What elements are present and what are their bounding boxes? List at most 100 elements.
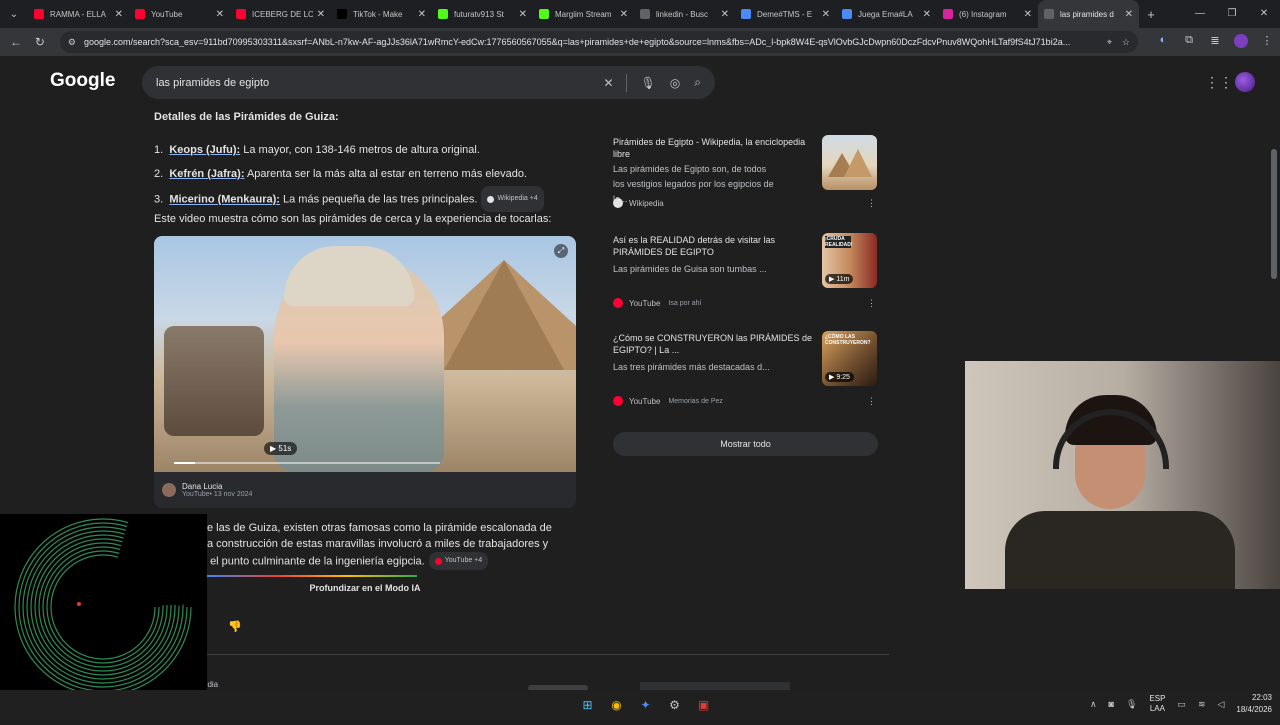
close-tab-icon[interactable]: ✕ (519, 9, 527, 20)
clear-icon[interactable]: ✕ (603, 76, 613, 90)
video-player[interactable]: ⤢ ▶ 51s (154, 236, 576, 472)
search-input[interactable]: las piramides de egipto (156, 77, 589, 89)
close-tab-icon[interactable]: ✕ (822, 9, 830, 20)
list-num: 3. (154, 193, 164, 206)
app2-icon[interactable]: ▣ (689, 696, 718, 714)
card-thumbnail[interactable] (822, 135, 877, 190)
lens-camera-icon[interactable]: ◎ (670, 76, 680, 90)
source-chip-label: YouTube +4 (444, 557, 483, 564)
monitor-icon[interactable]: ▭ (1177, 699, 1186, 710)
card-source: Wikipedia (613, 198, 664, 208)
close-tab-icon[interactable]: ✕ (1024, 9, 1032, 20)
browser-tab[interactable]: YouTube ✕ (129, 0, 230, 28)
clock[interactable]: 22:03 18/4/2026 (1236, 692, 1272, 716)
back-icon[interactable]: ← (4, 35, 28, 49)
media-control-icon[interactable]: ≣ (1202, 34, 1228, 51)
search-icon[interactable]: ⌕ (694, 75, 701, 90)
close-tab-icon[interactable]: ✕ (721, 9, 729, 20)
wifi-icon[interactable]: ≋ (1198, 699, 1206, 710)
app-icon[interactable]: ✦ (631, 696, 660, 714)
new-tab-button[interactable]: + (1139, 7, 1163, 22)
bookmark-star-icon[interactable]: ☆ (1122, 37, 1130, 48)
discord-icon[interactable]: ◙ (1109, 699, 1114, 709)
tab-title: futuratv913 St (454, 9, 504, 19)
close-tab-icon[interactable]: ✕ (216, 9, 224, 20)
more-options-icon[interactable]: ⋮ (867, 396, 876, 407)
site-info-icon[interactable]: ⚙ (68, 37, 76, 48)
close-tab-icon[interactable]: ✕ (620, 9, 628, 20)
minimize-icon[interactable]: — (1184, 0, 1216, 28)
close-tab-icon[interactable]: ✕ (923, 9, 931, 20)
reload-icon[interactable]: ↻ (28, 35, 52, 49)
expand-icon[interactable]: ⤢ (554, 244, 568, 258)
source-card[interactable]: Pirámides de Egipto - Wikipedia, la enci… (603, 126, 888, 224)
restore-icon[interactable]: ❐ (1216, 0, 1248, 28)
browser-tab[interactable]: TikTok - Make ✕ (331, 0, 432, 28)
chrome-icon[interactable]: ◉ (602, 696, 631, 714)
microphone-icon[interactable]: 🎙 (641, 76, 656, 90)
browser-tab[interactable]: Juega Ema#LA ✕ (836, 0, 937, 28)
volume-icon[interactable]: ◁ (1217, 699, 1224, 710)
list-item: 3. Micerino (Menkaura): La más pequeña d… (154, 186, 544, 212)
close-window-icon[interactable]: ✕ (1248, 0, 1280, 28)
thumbs-down-icon[interactable]: 👎 (228, 620, 242, 633)
source-chip[interactable]: Wikipedia +4 (481, 186, 544, 212)
video-meta[interactable]: Dana Lucia YouTube• 13 nov 2024 (154, 472, 576, 508)
show-all-button[interactable]: Mostrar todo (613, 432, 878, 456)
card-title[interactable]: Pirámides de Egipto - Wikipedia, la enci… (613, 136, 818, 160)
browser-tab[interactable]: (6) Instagram ✕ (937, 0, 1038, 28)
list-item-name[interactable]: Kefrén (Jafra): (169, 168, 244, 180)
browser-tab[interactable]: futuratv913 St ✕ (432, 0, 533, 28)
language-indicator[interactable]: ESP LAA (1149, 694, 1165, 714)
browser-tab[interactable]: Margiim Stream ✕ (533, 0, 634, 28)
video-duration: ▶ 51s (264, 442, 298, 455)
card-thumbnail[interactable]: ¡CRUDA REALIDAD! ▶ 11m (822, 233, 877, 288)
windows-start-icon[interactable]: ⊞ (573, 696, 602, 714)
tab-title: las piramides d (1060, 9, 1114, 19)
tab-title: TikTok - Make (353, 9, 403, 19)
extension-icon[interactable]: ◐ (1150, 34, 1176, 51)
search-box[interactable]: las piramides de egipto ✕ 🎙 ◎ ⌕ (142, 66, 715, 99)
thumb-label: ¿CÓMO LAS CONSTRUYERON? (825, 334, 871, 346)
more-options-icon[interactable]: ⋮ (867, 298, 876, 309)
more-options-icon[interactable]: ⋮ (867, 198, 876, 209)
lang-code: ESP (1149, 694, 1166, 703)
source-chip[interactable]: YouTube +4 (428, 552, 489, 570)
list-item-name[interactable]: Micerino (Menkaura): (169, 194, 280, 206)
chrome-menu-icon[interactable]: ⋮ (1254, 34, 1280, 51)
profile-avatar[interactable] (1228, 33, 1254, 51)
settings-icon[interactable]: ⚙ (660, 696, 689, 714)
tab-title: (6) Instagram (959, 9, 1007, 19)
close-tab-icon[interactable]: ✕ (1125, 9, 1133, 20)
list-item: 2. Kefrén (Jafra): Aparenta ser la más a… (154, 162, 544, 186)
close-tab-icon[interactable]: ✕ (418, 9, 426, 20)
google-apps-icon[interactable]: ⋮⋮ (1205, 74, 1233, 91)
close-tab-icon[interactable]: ✕ (115, 9, 123, 20)
deep-dive-button[interactable]: Profundizar en el Modo IA (290, 583, 440, 593)
card-thumbnail[interactable]: ¿CÓMO LAS CONSTRUYERON? ▶ 9:25 (822, 331, 877, 386)
browser-tab[interactable]: Deme#TMS - E ✕ (735, 0, 836, 28)
paragraph-line: e las de Guiza, existen otras famosas co… (207, 522, 552, 534)
tab-search-chevron-icon[interactable]: ⌄ (0, 0, 28, 28)
tray-chevron-icon[interactable]: ∧ (1090, 699, 1097, 710)
video-progress[interactable] (174, 462, 440, 464)
account-avatar[interactable] (1235, 72, 1255, 92)
card-title[interactable]: ¿Cómo se CONSTRUYERON las PIRÁMIDES de E… (613, 332, 818, 356)
browser-tab[interactable]: linkedin - Busc ✕ (634, 0, 735, 28)
list-item-name[interactable]: Keops (Jufu): (169, 144, 240, 156)
address-bar[interactable]: ⚙ google.com/search?sca_esv=911bd7099530… (59, 31, 1138, 53)
close-tab-icon[interactable]: ✕ (317, 9, 325, 20)
browser-tab[interactable]: RAMMA - ELLA ✕ (28, 0, 129, 28)
source-card[interactable]: Así es la REALIDAD detrás de visitar las… (603, 224, 888, 322)
list-num: 2. (154, 168, 164, 180)
location-icon[interactable]: ⌖ (1107, 37, 1112, 48)
mic-icon[interactable]: 🎙 (1126, 699, 1137, 710)
browser-tab[interactable]: ICEBERG DE LO ✕ (230, 0, 331, 28)
video-duration-text: 51s (278, 444, 292, 453)
source-card[interactable]: ¿Cómo se CONSTRUYERON las PIRÁMIDES de E… (603, 322, 888, 420)
google-logo[interactable]: Google (50, 70, 115, 92)
browser-tab[interactable]: las piramides d ✕ (1038, 0, 1139, 28)
page-scrollbar[interactable] (1271, 149, 1277, 279)
card-title[interactable]: Así es la REALIDAD detrás de visitar las… (613, 234, 818, 258)
extensions-puzzle-icon[interactable]: ⧉ (1176, 34, 1202, 51)
